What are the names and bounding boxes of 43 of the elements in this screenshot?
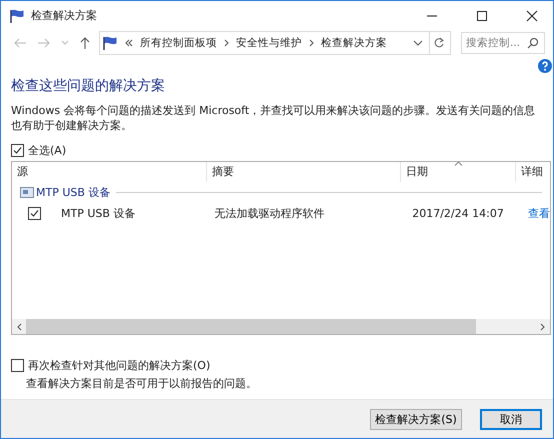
refresh-button[interactable] (428, 31, 451, 55)
checkbox-label[interactable]: 全选(A) (28, 143, 66, 158)
column-header[interactable]: 日期 (401, 162, 516, 182)
overflow-chevron-icon[interactable] (125, 39, 133, 47)
table-cell-text: 无法加载驱动程序软件 (214, 206, 326, 220)
group-header[interactable]: MTP USB 设备 (36, 185, 110, 200)
column-header[interactable]: 详细 (516, 162, 550, 182)
sort-caret-icon (454, 161, 463, 166)
details-link[interactable]: 查看 (528, 206, 550, 220)
flag-icon (102, 36, 118, 50)
hint-text: 查看解决方案目前是否可用于以前报告的问题。 (26, 376, 258, 391)
refresh-icon (433, 37, 445, 49)
device-icon (20, 187, 34, 198)
table-cell-text: 2017/2/24 14:07 (412, 206, 505, 220)
breadcrumb[interactable]: 安全性与维护 (236, 36, 302, 50)
column-header[interactable]: 摘要 (207, 162, 401, 182)
dialog-button[interactable]: 取消 (480, 408, 542, 430)
scroll-right-icon[interactable] (540, 322, 546, 330)
window-title: 检查解决方案 (31, 8, 97, 23)
flag-icon (9, 8, 25, 22)
maximize-icon[interactable] (476, 10, 488, 22)
checkbox-label[interactable]: 再次检查针对其他问题的解决方案(O) (28, 358, 210, 373)
checkbox[interactable] (11, 144, 24, 157)
search-icon (527, 37, 539, 49)
up-icon[interactable] (79, 36, 91, 50)
table-cell-text: MTP USB 设备 (61, 206, 136, 220)
address-bar[interactable]: 所有控制面板项 安全性与维护 检查解决方案 (99, 31, 430, 55)
checkbox[interactable] (11, 359, 24, 372)
dropdown-icon[interactable] (413, 40, 423, 46)
column-header[interactable]: 源 (12, 162, 207, 182)
scroll-left-icon[interactable] (16, 322, 22, 330)
checkbox[interactable] (28, 206, 41, 220)
horizontal-scrollbar[interactable] (12, 319, 550, 334)
page-heading: 检查这些问题的解决方案 (11, 77, 166, 95)
help-icon[interactable] (538, 59, 552, 75)
close-icon[interactable] (526, 10, 538, 22)
search-field[interactable]: 搜索控制... (461, 32, 545, 54)
chevron-icon[interactable] (224, 39, 229, 47)
chevron-icon[interactable] (309, 39, 314, 47)
breadcrumb[interactable]: 所有控制面板项 (140, 36, 217, 50)
description-text: Windows 会将每个问题的描述发送到 Microsoft，并查找可以用来解决该问题的步骤。发送有关问题的信息也有助于创建解决方案。 (11, 103, 536, 133)
breadcrumb[interactable]: 检查解决方案 (321, 36, 387, 50)
dialog-button[interactable]: 检查解决方案(S) (370, 408, 462, 430)
